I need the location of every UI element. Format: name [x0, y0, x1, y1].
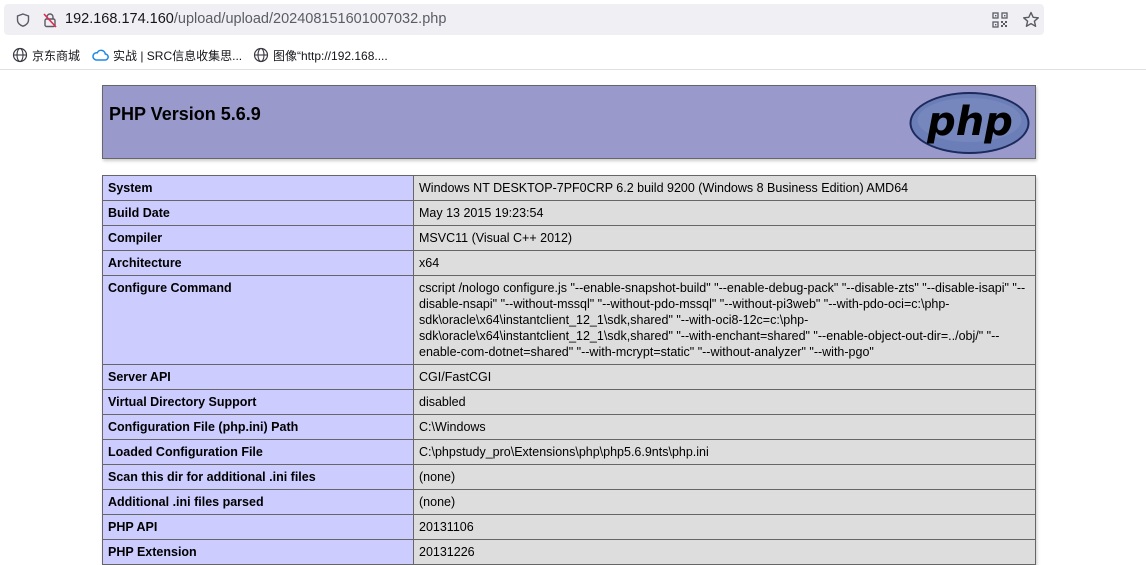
- row-value: MSVC11 (Visual C++ 2012): [413, 225, 1036, 251]
- row-key: Server API: [102, 364, 414, 390]
- row-key: Additional .ini files parsed: [102, 489, 414, 515]
- table-row: PHP API 20131106: [102, 514, 1036, 540]
- row-key: Virtual Directory Support: [102, 389, 414, 415]
- table-row: Build Date May 13 2015 19:23:54: [102, 200, 1036, 226]
- table-row: Scan this dir for additional .ini files(…: [102, 464, 1036, 490]
- row-value: 20131226: [413, 539, 1036, 565]
- table-row: Loaded Configuration File C:\phpstudy_pro…: [102, 439, 1036, 465]
- bookmark-label: 京东商城: [32, 48, 81, 63]
- row-key: Loaded Configuration File: [102, 439, 414, 465]
- url-text[interactable]: 192.168.174.160/upload/upload/2024081516…: [65, 11, 446, 27]
- row-value: 20131106: [413, 514, 1036, 540]
- url-host: 192.168.174.160: [65, 11, 174, 27]
- page-title: PHP Version 5.6.9: [109, 104, 261, 124]
- row-key: Scan this dir for additional .ini files: [102, 464, 414, 490]
- globe-icon: [253, 47, 269, 63]
- phpinfo-table: System Windows NT DESKTOP-7PF0CRP 6.2 bui…: [102, 175, 1036, 565]
- row-value: CGI/FastCGI: [413, 364, 1036, 390]
- table-row: PHP Extension 20131226: [102, 539, 1036, 565]
- bookmarks-bar: 京东商城 实战 | SRC信息收集思... 图像“http://192.168.…: [0, 40, 1146, 70]
- php-version-header: PHP Version 5.6.9 php: [102, 85, 1036, 159]
- row-value: x64: [413, 250, 1036, 276]
- row-value: Windows NT DESKTOP-7PF0CRP 6.2 build 920…: [413, 175, 1036, 201]
- table-row: Configure Command cscript /nologo configu…: [102, 275, 1036, 365]
- bookmark-item[interactable]: 图像“http://192.168....: [253, 46, 388, 64]
- table-row: Compiler MSVC11 (Visual C++ 2012): [102, 225, 1036, 251]
- row-key: PHP Extension: [102, 539, 414, 565]
- row-value: May 13 2015 19:23:54: [413, 200, 1036, 226]
- globe-icon: [12, 47, 28, 63]
- row-key: Compiler: [102, 225, 414, 251]
- bookmark-item[interactable]: 实战 | SRC信息收集思...: [91, 46, 242, 64]
- row-key: PHP API: [102, 514, 414, 540]
- row-value: disabled: [413, 389, 1036, 415]
- table-row: Virtual Directory Support disabled: [102, 389, 1036, 415]
- bookmark-label: 图像“http://192.168....: [273, 48, 388, 63]
- row-key: Configuration File (php.ini) Path: [102, 414, 414, 440]
- cloud-icon: [92, 49, 109, 61]
- row-value: cscript /nologo configure.js "--enable-s…: [413, 275, 1036, 365]
- row-key: System: [102, 175, 414, 201]
- table-row: Configuration File (php.ini) Path C:\Wind…: [102, 414, 1036, 440]
- row-value: C:\Windows: [413, 414, 1036, 440]
- page-content: PHP Version 5.6.9 php System Windows NT D…: [0, 70, 1146, 565]
- bookmark-star-icon[interactable]: [1022, 11, 1040, 29]
- browser-toolbar: 192.168.174.160/upload/upload/2024081516…: [0, 0, 1146, 40]
- shield-icon[interactable]: [16, 13, 30, 27]
- row-key: Build Date: [102, 200, 414, 226]
- bookmark-item[interactable]: 京东商城: [12, 46, 80, 64]
- php-logo[interactable]: php: [908, 91, 1031, 155]
- row-value: C:\phpstudy_pro\Extensions\php\php5.6.9n…: [413, 439, 1036, 465]
- row-key: Configure Command: [102, 275, 414, 365]
- url-path: /upload/upload/202408151601007032.php: [173, 11, 447, 27]
- row-value: (none): [413, 489, 1036, 515]
- bookmark-label: 实战 | SRC信息收集思...: [113, 48, 243, 63]
- table-row: Architecture x64: [102, 250, 1036, 276]
- insecure-lock-icon[interactable]: [42, 12, 58, 28]
- qr-code-icon[interactable]: [992, 12, 1008, 28]
- table-row: Additional .ini files parsed (none): [102, 489, 1036, 515]
- row-value: (none): [413, 464, 1036, 490]
- row-key: Architecture: [102, 250, 414, 276]
- php-logo-text: php: [926, 99, 1013, 145]
- table-row: Server API CGI/FastCGI: [102, 364, 1036, 390]
- table-row: System Windows NT DESKTOP-7PF0CRP 6.2 bui…: [102, 175, 1036, 201]
- address-bar[interactable]: 192.168.174.160/upload/upload/2024081516…: [4, 4, 1044, 35]
